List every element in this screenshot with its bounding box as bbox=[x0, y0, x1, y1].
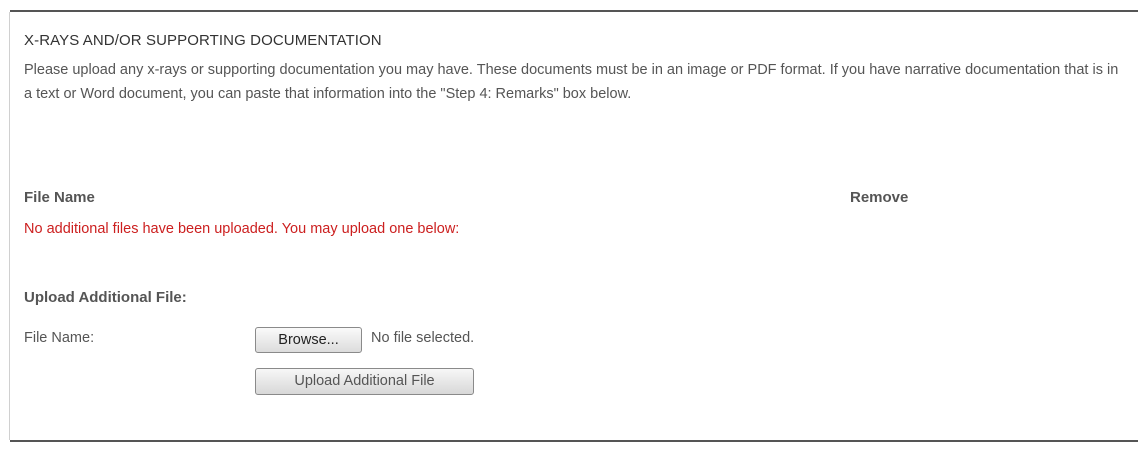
top-divider bbox=[10, 10, 1138, 12]
column-header-remove: Remove bbox=[850, 189, 909, 206]
column-header-file-name: File Name bbox=[24, 189, 95, 206]
section-description: Please upload any x-rays or supporting d… bbox=[24, 62, 1119, 102]
file-selection-status: No file selected. bbox=[371, 330, 475, 346]
browse-button[interactable]: Browse... bbox=[255, 327, 362, 353]
upload-additional-file-button[interactable]: Upload Additional File bbox=[255, 368, 474, 395]
section-left-border bbox=[9, 12, 10, 440]
upload-heading: Upload Additional File: bbox=[24, 289, 187, 306]
no-files-message: No additional files have been uploaded. … bbox=[24, 221, 460, 237]
section-title: X-RAYS AND/OR SUPPORTING DOCUMENTATION bbox=[24, 32, 382, 49]
bottom-divider bbox=[10, 440, 1138, 442]
file-name-label: File Name: bbox=[24, 330, 95, 346]
